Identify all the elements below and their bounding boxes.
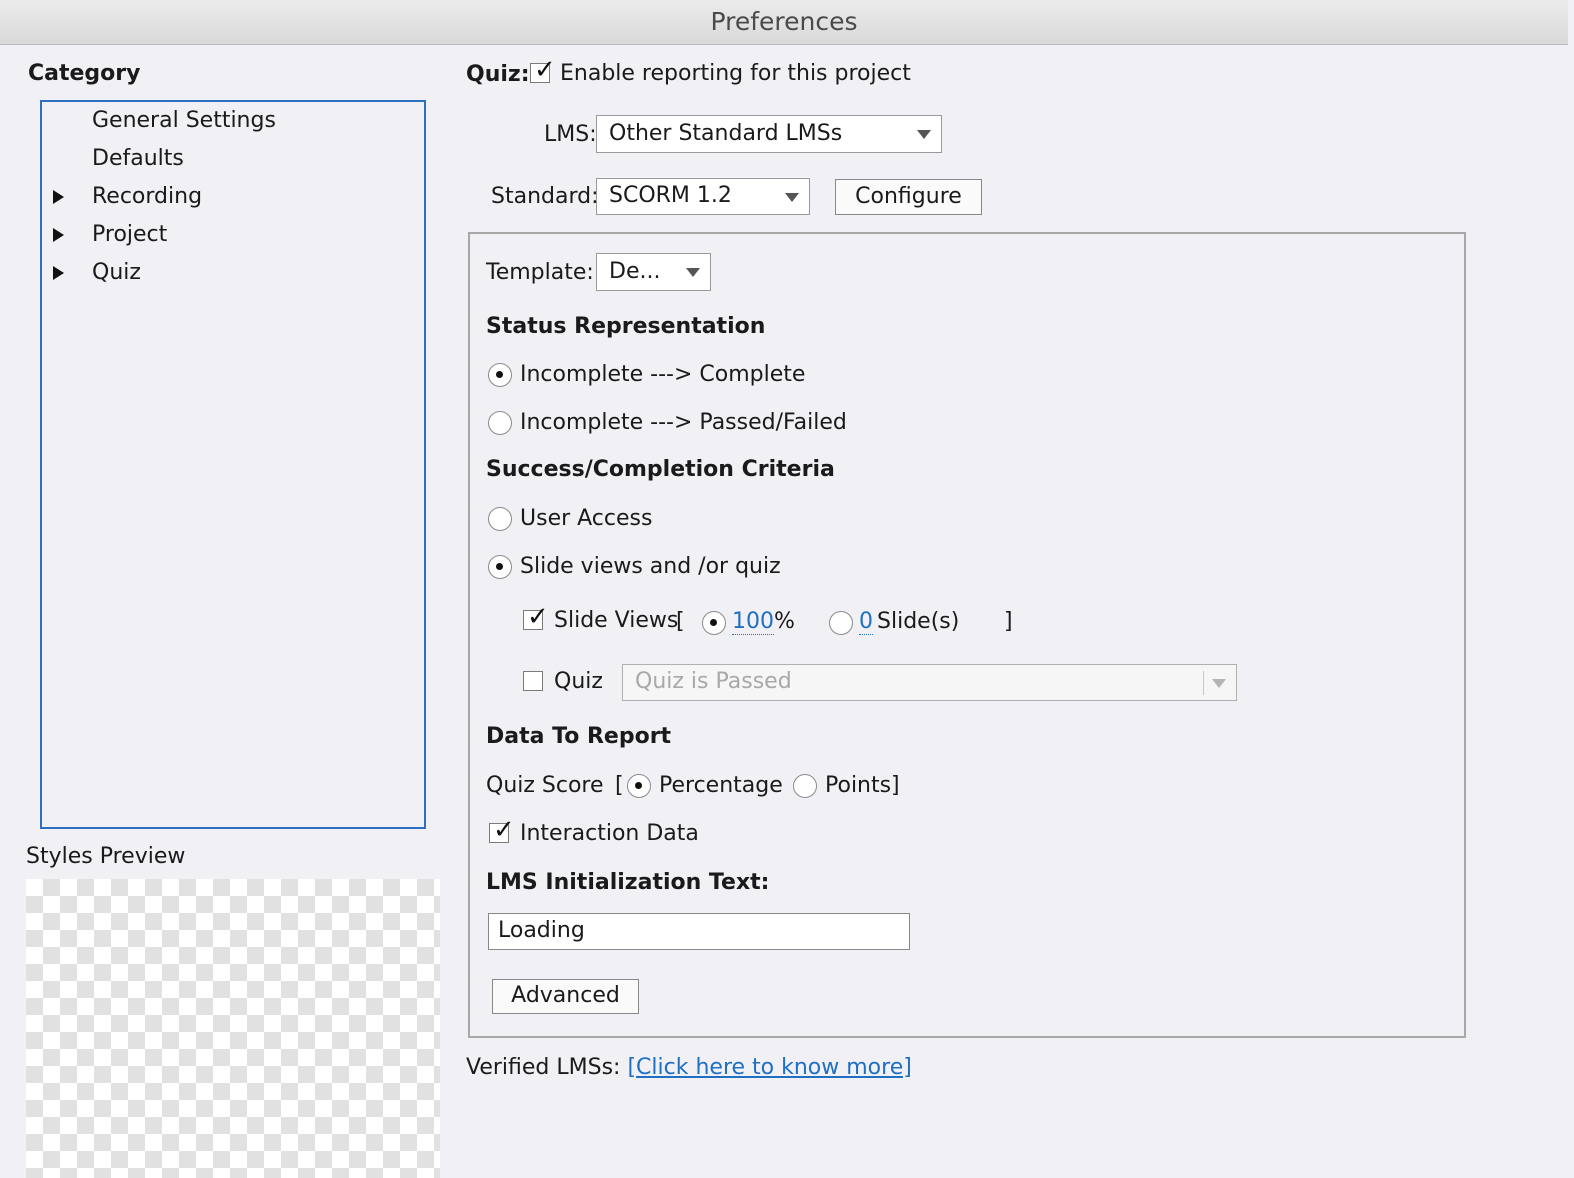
enable-reporting-label: Enable reporting for this project — [560, 61, 911, 86]
quiz-score-label: Quiz Score — [486, 773, 604, 798]
interaction-data-checkbox[interactable]: ✓ — [489, 817, 515, 843]
quiz-score-points-label: Points — [825, 773, 892, 798]
styles-preview — [26, 879, 440, 1178]
configure-button[interactable]: Configure — [835, 179, 982, 215]
expand-triangle-icon[interactable] — [53, 266, 64, 280]
quiz-criteria-select-value: Quiz is Passed — [635, 669, 792, 694]
quiz-criteria-select[interactable]: Quiz is Passed — [622, 664, 1237, 701]
slide-views-percent-unit: % — [774, 609, 795, 634]
lms-initialization-text-input[interactable]: Loading — [488, 913, 910, 950]
template-select[interactable]: De... — [596, 253, 711, 291]
data-to-report-heading: Data To Report — [486, 724, 672, 749]
checkmark-icon: ✓ — [527, 602, 549, 632]
lms-initialization-text-heading: LMS Initialization Text: — [486, 870, 770, 895]
select-divider — [1203, 671, 1204, 695]
status-incomplete-complete-radio[interactable] — [488, 363, 512, 387]
verified-lms-row: Verified LMSs: [Click here to know more] — [466, 1055, 912, 1080]
status-incomplete-passed-failed-radio[interactable] — [488, 411, 512, 435]
slide-views-bracket-close: ] — [1004, 609, 1013, 634]
verified-lms-link[interactable]: [Click here to know more] — [627, 1055, 911, 1080]
sidebar-item-recording[interactable]: Recording — [92, 184, 202, 209]
criteria-user-access-label: User Access — [520, 506, 653, 531]
criteria-slide-views-quiz-label: Slide views and /or quiz — [520, 554, 781, 579]
quiz-criteria-label: Quiz — [554, 669, 603, 694]
advanced-button[interactable]: Advanced — [492, 979, 639, 1014]
dropdown-arrow-icon — [686, 268, 700, 277]
lms-select-value: Other Standard LMSs — [609, 121, 843, 146]
category-list[interactable]: General Settings Defaults Recording Proj… — [40, 100, 426, 829]
checkmark-icon: ✓ — [493, 815, 515, 845]
slide-views-percent-value[interactable]: 100 — [732, 609, 774, 635]
slide-views-bracket-open: [ — [676, 609, 685, 634]
criteria-slide-views-quiz-radio[interactable] — [488, 555, 512, 579]
checkmark-icon: ✓ — [534, 55, 556, 85]
verified-lms-label: Verified LMSs: — [466, 1055, 621, 1080]
slide-views-slides-unit: Slide(s) — [877, 609, 960, 634]
expand-triangle-icon[interactable] — [53, 190, 64, 204]
slide-views-percent-group: 100% — [732, 609, 795, 635]
styles-preview-label: Styles Preview — [26, 844, 186, 869]
category-heading: Category — [28, 61, 141, 86]
slide-views-label: Slide Views — [554, 608, 679, 633]
criteria-user-access-radio[interactable] — [488, 507, 512, 531]
expand-triangle-icon[interactable] — [53, 228, 64, 242]
window-title: Preferences — [0, 0, 1568, 45]
slide-views-slides-value[interactable]: 0 — [859, 609, 873, 635]
quiz-criteria-checkbox[interactable] — [523, 671, 543, 691]
dropdown-arrow-icon — [917, 130, 931, 139]
quiz-score-bracket-open: [ — [615, 773, 624, 798]
quiz-score-points-radio[interactable] — [793, 774, 817, 798]
quiz-score-bracket-close: ] — [891, 773, 900, 798]
status-representation-heading: Status Representation — [486, 314, 766, 339]
sidebar-item-quiz[interactable]: Quiz — [92, 260, 141, 285]
standard-select[interactable]: SCORM 1.2 — [596, 178, 810, 215]
slide-views-percent-radio[interactable] — [702, 611, 726, 635]
status-incomplete-passed-failed-label: Incomplete ---> Passed/Failed — [520, 410, 847, 435]
sidebar-item-defaults[interactable]: Defaults — [92, 146, 184, 171]
quiz-score-percentage-radio[interactable] — [627, 774, 651, 798]
quiz-label: Quiz: — [466, 62, 530, 87]
lms-label: LMS: — [544, 122, 597, 147]
standard-select-value: SCORM 1.2 — [609, 183, 732, 208]
slide-views-slides-radio[interactable] — [829, 611, 853, 635]
lms-select[interactable]: Other Standard LMSs — [596, 115, 942, 153]
standard-label: Standard: — [491, 184, 599, 209]
dropdown-arrow-icon — [1212, 678, 1226, 688]
slide-views-checkbox[interactable]: ✓ — [523, 604, 549, 630]
criteria-heading: Success/Completion Criteria — [486, 457, 835, 482]
slide-views-slides-group: 0 Slide(s) — [859, 609, 960, 635]
dropdown-arrow-icon — [785, 192, 799, 202]
interaction-data-label: Interaction Data — [520, 821, 699, 846]
quiz-score-percentage-label: Percentage — [659, 773, 783, 798]
sidebar-item-general-settings[interactable]: General Settings — [92, 108, 276, 133]
status-incomplete-complete-label: Incomplete ---> Complete — [520, 362, 806, 387]
template-select-value: De... — [609, 259, 661, 284]
enable-reporting-checkbox[interactable]: ✓ — [530, 57, 556, 83]
sidebar-item-project[interactable]: Project — [92, 222, 167, 247]
template-label: Template: — [486, 260, 594, 285]
